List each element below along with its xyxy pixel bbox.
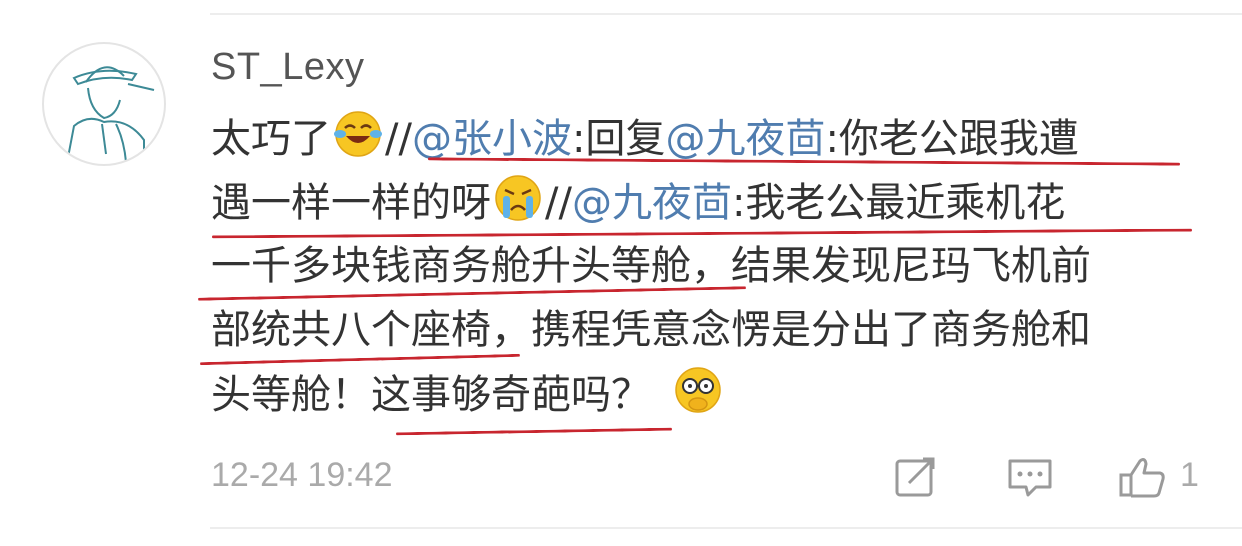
crying-emoji (495, 175, 541, 221)
comment-line-5: 头等舱！这事够奇葩吗？ (211, 364, 725, 424)
bottom-divider (210, 527, 1242, 529)
mention-link[interactable]: @张小波 (412, 116, 572, 162)
comment-text: :你老公跟我遭 (825, 116, 1079, 162)
like-count: 1 (1180, 456, 1199, 494)
man-in-fedora-sketch-icon (65, 66, 155, 164)
comment-line-4: 部统共八个座椅，携程凭意念愣是分出了商务舱和 (211, 300, 1091, 360)
glasses-thinking-emoji (675, 367, 721, 413)
share-edit-icon (895, 457, 935, 497)
share-button[interactable] (893, 455, 941, 499)
comment-text: :我老公最近乘机花 (731, 180, 1066, 226)
comment-text: 一千多块钱商务舱升头等舱，结果发现尼玛飞机前 (211, 243, 1091, 289)
comment-text: 遇一样一样的呀 (211, 180, 491, 226)
username[interactable]: ST_Lexy (211, 46, 364, 89)
laughing-tears-emoji (334, 111, 382, 157)
repost-separator: // (545, 180, 572, 226)
user-avatar[interactable] (42, 42, 166, 166)
mention-link[interactable]: @九夜茴 (665, 116, 825, 162)
reply-button[interactable] (1006, 455, 1054, 499)
comment-timestamp: 12-24 19:42 (211, 456, 393, 494)
comment-text: 头等舱！这事够奇葩吗？ (211, 372, 651, 418)
comment-line-3: 一千多块钱商务舱升头等舱，结果发现尼玛飞机前 (211, 236, 1091, 296)
comment-text: 太巧了 (211, 116, 331, 162)
like-button[interactable] (1118, 455, 1166, 499)
repost-separator: // (385, 116, 412, 162)
thumbs-up-icon (1119, 458, 1165, 498)
comment-line-2: 遇一样一样的呀 //@九夜茴:我老公最近乘机花 (211, 172, 1065, 232)
comment-text: :回复 (571, 116, 666, 162)
mention-link[interactable]: @九夜茴 (572, 180, 732, 226)
comment-text: 部统共八个座椅，携程凭意念愣是分出了商务舱和 (211, 307, 1091, 353)
top-divider (210, 13, 1242, 15)
comment-bubble-icon (1008, 459, 1052, 497)
red-underline (395, 427, 673, 436)
